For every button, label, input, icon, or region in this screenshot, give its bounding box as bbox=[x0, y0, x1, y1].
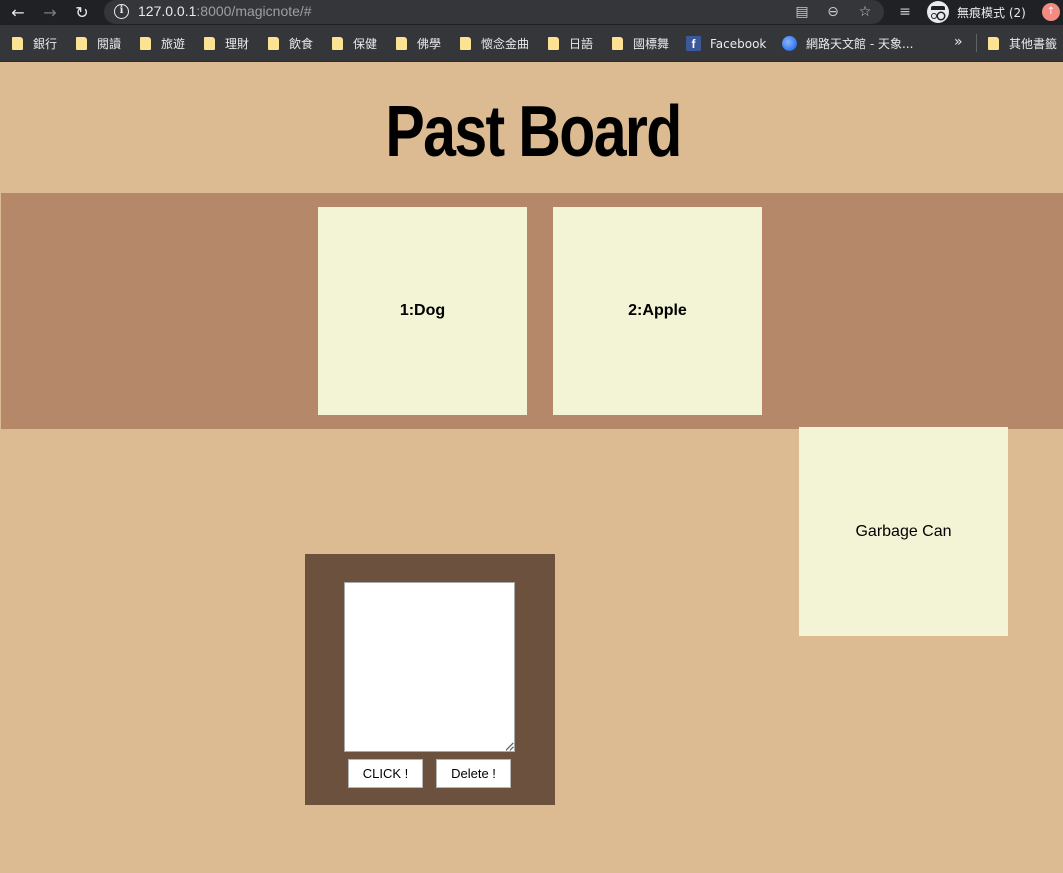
bookmark-label: 銀行 bbox=[33, 37, 58, 51]
bookmark-label: 閱讀 bbox=[97, 37, 122, 51]
folder-icon bbox=[396, 37, 407, 50]
garbage-can[interactable]: Garbage Can bbox=[799, 427, 1008, 636]
bookmark-label: 飲食 bbox=[289, 37, 314, 51]
url-host: 127.0.0.1 bbox=[138, 3, 197, 19]
bookmark-label: 佛學 bbox=[417, 37, 442, 51]
bookmarks-bar: 銀行 閱讀 旅遊 理財 飲食 保健 佛學 懷念金曲 日語 國標舞 f Facebo… bbox=[0, 25, 1063, 62]
folder-icon bbox=[612, 37, 623, 50]
delete-button[interactable]: Delete ! bbox=[436, 759, 511, 788]
bookmark-label: Facebook bbox=[710, 37, 767, 51]
media-control-icon[interactable]: ≡ bbox=[895, 2, 915, 22]
note-board bbox=[1, 193, 1063, 429]
bookmark-astronomy[interactable]: 網路天文館 - 天象... bbox=[782, 36, 913, 52]
bookmark-food[interactable]: 飲食 bbox=[268, 36, 313, 52]
note-textarea[interactable] bbox=[344, 582, 515, 752]
folder-icon bbox=[76, 37, 87, 50]
folder-icon bbox=[140, 37, 151, 50]
bookmark-label: 旅遊 bbox=[161, 37, 186, 51]
back-arrow-icon[interactable]: ← bbox=[5, 0, 31, 25]
incognito-label[interactable]: 無痕模式 (2) bbox=[957, 4, 1026, 21]
folder-icon bbox=[12, 37, 23, 50]
bookmark-oldies[interactable]: 懷念金曲 bbox=[460, 36, 529, 52]
bookmark-japanese[interactable]: 日語 bbox=[548, 36, 593, 52]
bookmark-label: 網路天文館 - 天象... bbox=[806, 37, 914, 51]
bookmark-facebook[interactable]: f Facebook bbox=[686, 36, 766, 52]
update-icon[interactable]: ↑ bbox=[1042, 3, 1060, 21]
bookmark-label: 懷念金曲 bbox=[481, 37, 530, 51]
bookmarks-divider bbox=[976, 34, 977, 52]
facebook-icon: f bbox=[686, 36, 701, 51]
translate-icon[interactable]: ▤ bbox=[792, 2, 812, 22]
zoom-out-icon[interactable]: ⊖ bbox=[823, 2, 843, 22]
bookmark-reading[interactable]: 閱讀 bbox=[76, 36, 121, 52]
bookmark-label: 其他書籤 bbox=[1009, 37, 1058, 51]
bookmark-label: 國標舞 bbox=[633, 37, 670, 51]
bookmark-travel[interactable]: 旅遊 bbox=[140, 36, 185, 52]
bookmark-dance[interactable]: 國標舞 bbox=[612, 36, 669, 52]
bookmark-buddhism[interactable]: 佛學 bbox=[396, 36, 441, 52]
bookmark-label: 保健 bbox=[353, 37, 378, 51]
bookmark-other[interactable]: 其他書籤 bbox=[988, 36, 1057, 52]
info-icon[interactable]: i bbox=[114, 4, 129, 19]
folder-icon bbox=[548, 37, 559, 50]
browser-toolbar: ← → ↻ i 127.0.0.1:8000/magicnote/# ▤ ⊖ ☆… bbox=[0, 0, 1063, 25]
note-card[interactable]: 1:Dog bbox=[318, 207, 527, 415]
reload-icon[interactable]: ↻ bbox=[69, 0, 95, 25]
note-editor-panel: CLICK ! Delete ! bbox=[305, 554, 555, 805]
folder-icon bbox=[332, 37, 343, 50]
globe-icon bbox=[782, 36, 797, 51]
url-path: :8000/magicnote/# bbox=[196, 3, 312, 19]
note-card[interactable]: 2:Apple bbox=[553, 207, 762, 415]
bookmark-star-icon[interactable]: ☆ bbox=[855, 2, 875, 22]
folder-icon bbox=[268, 37, 279, 50]
bookmark-bank[interactable]: 銀行 bbox=[12, 36, 57, 52]
bookmark-label: 理財 bbox=[225, 37, 250, 51]
bookmark-health[interactable]: 保健 bbox=[332, 36, 377, 52]
folder-icon bbox=[988, 37, 999, 50]
page-title: Past Board bbox=[385, 92, 682, 172]
url-text[interactable]: 127.0.0.1:8000/magicnote/# bbox=[138, 3, 312, 19]
bookmark-label: 日語 bbox=[569, 37, 594, 51]
click-button[interactable]: CLICK ! bbox=[348, 759, 423, 788]
incognito-icon[interactable] bbox=[927, 1, 949, 23]
forward-arrow-icon[interactable]: → bbox=[37, 0, 63, 25]
more-bookmarks-icon[interactable]: » bbox=[954, 34, 963, 50]
folder-icon bbox=[204, 37, 215, 50]
address-bar[interactable]: i 127.0.0.1:8000/magicnote/# ▤ ⊖ ☆ bbox=[104, 0, 884, 24]
folder-icon bbox=[460, 37, 471, 50]
bookmark-finance[interactable]: 理財 bbox=[204, 36, 249, 52]
